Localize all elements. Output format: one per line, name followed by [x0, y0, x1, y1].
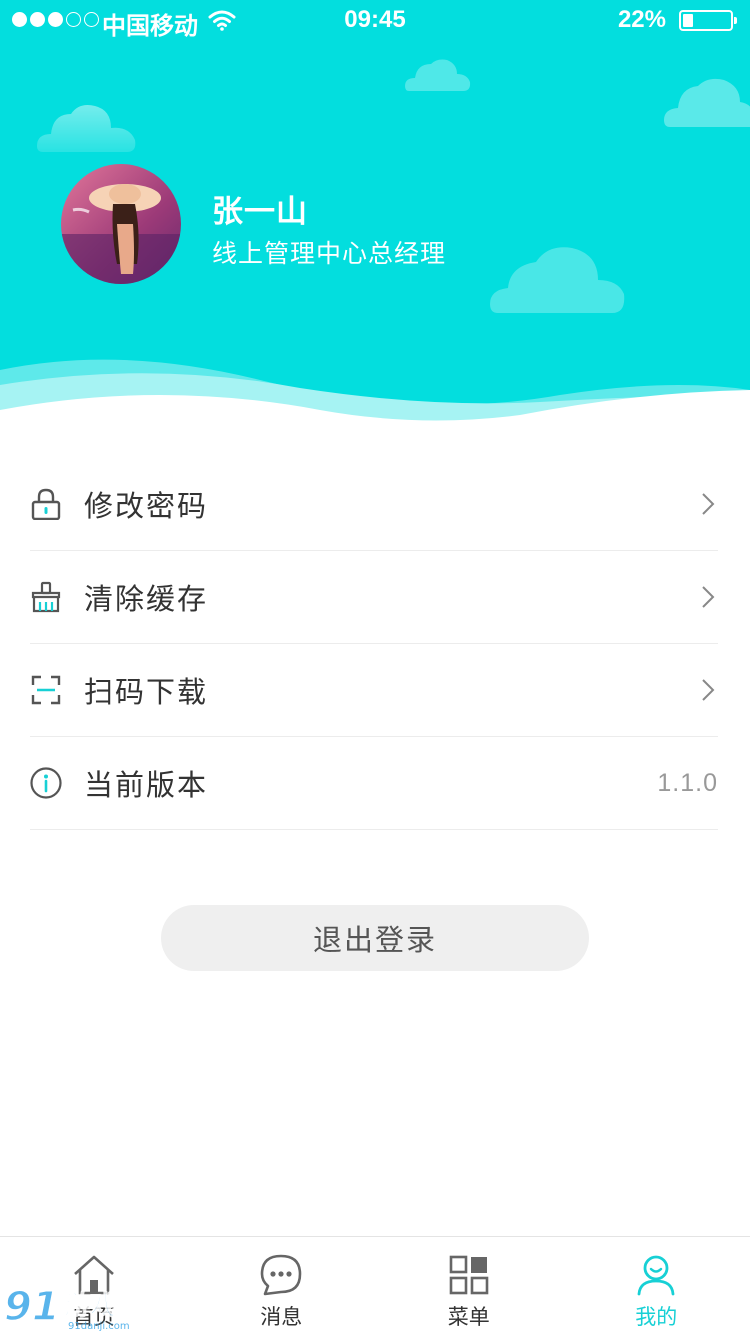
user-name: 张一山 [212, 194, 308, 229]
menu-item-current-version: 当前版本 1.1.0 [30, 737, 718, 830]
logout-button[interactable]: 退出登录 [161, 905, 589, 971]
cloud-decoration [37, 105, 136, 152]
chevron-right-icon [702, 586, 715, 608]
watermark-logo: 91 游戏 91danji.com [3, 1283, 130, 1332]
cloud-decoration [664, 78, 750, 127]
chevron-right-icon [702, 679, 715, 701]
tab-label: 消息 [260, 1306, 303, 1329]
user-title: 线上管理中心总经理 [212, 240, 447, 268]
message-icon [258, 1253, 304, 1297]
tab-messages[interactable]: 消息 [188, 1237, 376, 1334]
version-number: 1.1.0 [657, 768, 718, 797]
scan-icon [30, 674, 62, 706]
settings-menu: 修改密码 清除缓存 扫码下载 当前版本 1.1.0 [30, 458, 718, 830]
avatar[interactable] [61, 164, 181, 284]
broom-icon [30, 581, 62, 613]
wave-decoration [0, 359, 750, 440]
tab-label: 我的 [635, 1306, 678, 1329]
lock-icon [30, 488, 62, 520]
tab-menu[interactable]: 菜单 [375, 1237, 563, 1334]
battery-level-fill [683, 14, 694, 27]
grid-icon [446, 1253, 492, 1297]
profile-header: 中国移动 09:45 22% 张一山 线上管理中心总经理 [0, 0, 750, 440]
menu-item-label: 清除缓存 [84, 584, 209, 616]
tab-mine[interactable]: 我的 [563, 1237, 750, 1334]
cloud-decoration [490, 247, 625, 313]
menu-item-change-password[interactable]: 修改密码 [30, 458, 718, 551]
tab-label: 菜单 [447, 1306, 490, 1329]
user-icon [633, 1253, 679, 1297]
menu-item-label: 修改密码 [84, 491, 209, 523]
battery-percentage: 22% [617, 6, 666, 33]
cloud-decoration [405, 59, 471, 91]
menu-item-scan-download[interactable]: 扫码下载 [30, 644, 718, 737]
svg-text:游戏: 游戏 [64, 1291, 116, 1321]
battery-icon [679, 10, 737, 31]
svg-text:91: 91 [4, 1284, 60, 1330]
menu-item-clear-cache[interactable]: 清除缓存 [30, 551, 718, 644]
status-bar: 中国移动 09:45 22% [0, 0, 750, 40]
menu-item-label: 扫码下载 [84, 677, 209, 709]
svg-text:91danji.com: 91danji.com [68, 1321, 130, 1332]
info-icon [30, 767, 62, 799]
chevron-right-icon [702, 493, 715, 515]
menu-item-label: 当前版本 [84, 770, 209, 802]
